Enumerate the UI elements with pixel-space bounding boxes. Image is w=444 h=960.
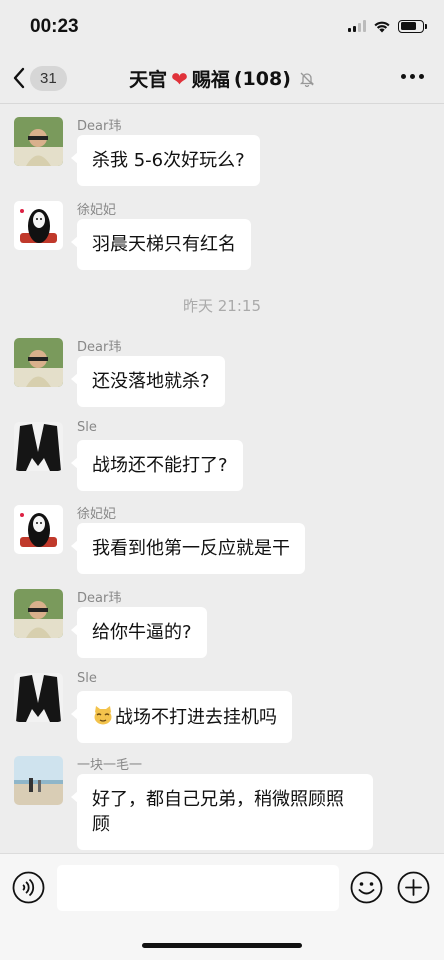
- chat-title-left: 天官: [129, 69, 168, 91]
- beach-avatar[interactable]: [14, 756, 63, 805]
- member-count: (108): [233, 67, 291, 90]
- person-avatar[interactable]: [14, 117, 63, 166]
- sender-name: 徐妃妃: [77, 507, 117, 522]
- voice-input-button[interactable]: [12, 871, 45, 904]
- heart-icon: ❤: [171, 66, 188, 91]
- dark-hair-avatar[interactable]: [14, 673, 63, 722]
- message-timestamp: 昨天 21:15: [183, 297, 261, 315]
- voice-icon: [12, 871, 45, 904]
- message-bubble[interactable]: 战场不打进去挂机吗: [71, 691, 292, 743]
- message-bubble[interactable]: 杀我 5-6次好玩么?: [71, 135, 260, 186]
- sender-name: Sle: [77, 671, 97, 686]
- status-icons: [348, 18, 427, 34]
- no-face-avatar[interactable]: [14, 505, 63, 554]
- sender-name: 一块一毛一: [77, 758, 143, 773]
- wifi-icon: [374, 21, 390, 32]
- chat-title-right: 赐福: [191, 69, 230, 91]
- status-bar: 00:23: [0, 0, 444, 52]
- sender-name: Dear玮: [77, 340, 122, 355]
- sender-name: Sle: [77, 420, 97, 435]
- message-bubble[interactable]: 还没落地就杀?: [71, 356, 225, 407]
- chat-header: 31 天官 ❤ 赐福 (108): [0, 52, 444, 104]
- more-actions-button[interactable]: [397, 871, 430, 904]
- battery-icon: [398, 19, 427, 33]
- person-avatar[interactable]: [14, 589, 63, 638]
- chat-history[interactable]: Dear玮 杀我 5-6次好玩么? 徐妃妃 羽晨天梯只有红名 昨天 21:15: [0, 105, 444, 853]
- sender-name: Dear玮: [77, 119, 122, 134]
- person-avatar[interactable]: [14, 338, 63, 387]
- message-bubble[interactable]: 我看到他第一反应就是干: [71, 523, 305, 574]
- no-face-avatar[interactable]: [14, 201, 63, 250]
- message-input-field[interactable]: [57, 865, 339, 911]
- status-time: 00:23: [30, 16, 79, 37]
- message-bubble[interactable]: 战场还不能打了?: [71, 440, 243, 491]
- message-bubble[interactable]: 给你牛逼的?: [71, 607, 207, 658]
- message-bubble[interactable]: 羽晨天梯只有红名: [71, 219, 251, 270]
- home-indicator[interactable]: [142, 943, 302, 948]
- signal-icon: [348, 20, 366, 32]
- message-text: 战场不打进去挂机吗: [115, 707, 277, 728]
- sender-name: Dear玮: [77, 591, 122, 606]
- mute-bell-icon: [299, 72, 314, 87]
- plus-icon: [397, 871, 430, 904]
- dark-hair-avatar[interactable]: [14, 422, 63, 471]
- smile-icon: [350, 871, 383, 904]
- emoji-button[interactable]: [350, 871, 383, 904]
- cat-face-emoji-icon: [94, 706, 112, 725]
- message-input-bar: [0, 853, 444, 960]
- message-bubble[interactable]: 好了，都自己兄弟，稍微照顾照顾: [71, 774, 373, 850]
- sender-name: 徐妃妃: [77, 203, 117, 218]
- chat-title[interactable]: 天官 ❤ 赐福 (108): [0, 65, 444, 92]
- more-options-button[interactable]: [401, 74, 424, 79]
